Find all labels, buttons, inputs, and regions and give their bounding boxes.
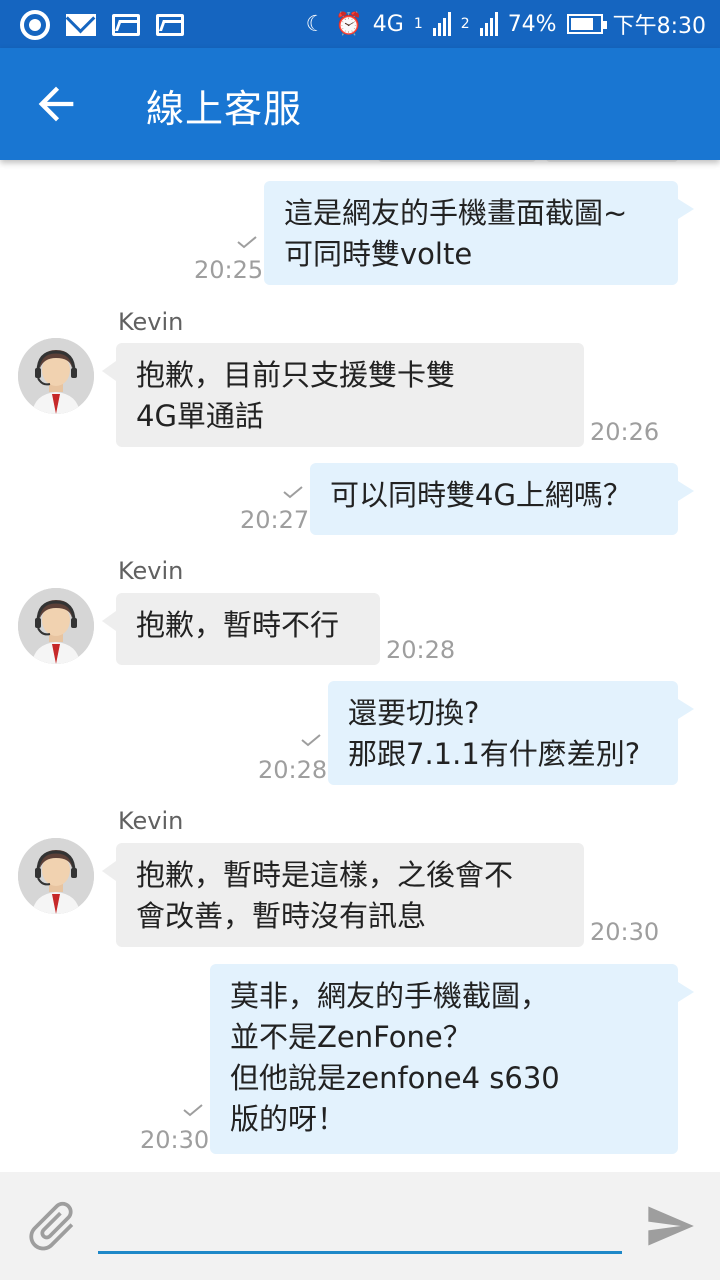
image-icon (112, 14, 140, 36)
checkmark-icon (282, 484, 304, 499)
agent-avatar[interactable] (18, 838, 94, 914)
previous-message-edge (378, 160, 536, 162)
chrome-icon (20, 10, 50, 40)
message-input[interactable] (98, 1202, 622, 1254)
agent-avatar[interactable] (18, 588, 94, 664)
page-title: 線上客服 (146, 87, 303, 131)
agent-avatar[interactable] (18, 338, 94, 414)
incoming-message[interactable]: 抱歉，暫時不行 (102, 593, 380, 665)
message-time: 20:30 (590, 918, 660, 946)
send-button[interactable] (640, 1200, 700, 1252)
message-time: 20:30 (140, 1126, 210, 1154)
send-icon (648, 1206, 694, 1246)
outgoing-message[interactable]: 這是網友的手機畫面截圖~ 可同時雙volte (264, 181, 694, 285)
agent-avatar-icon (18, 588, 94, 664)
sender-name: Kevin (118, 557, 184, 585)
chat-list[interactable]: 這是網友的手機畫面截圖~ 可同時雙volte 20:25 Kevin 抱歉，目前… (0, 160, 720, 1172)
signal-icon (432, 12, 451, 36)
message-time: 20:26 (590, 418, 660, 446)
notification-icons (20, 10, 184, 40)
sim1-label: 1 (413, 16, 423, 32)
paperclip-icon (29, 1201, 74, 1251)
back-button[interactable] (30, 78, 82, 130)
outgoing-message[interactable]: 可以同時雙4G上網嗎？ (310, 463, 694, 535)
checkmark-icon (236, 234, 258, 249)
system-icons: ☾ ⏰ 4G 1 2 74% 下午8:30 (306, 8, 706, 40)
sender-name: Kevin (118, 807, 184, 835)
image-icon (156, 14, 184, 36)
attach-button[interactable] (22, 1196, 82, 1256)
agent-avatar-icon (18, 838, 94, 914)
checkmark-icon (182, 1102, 204, 1117)
incoming-message[interactable]: 抱歉，目前只支援雙卡雙 4G單通話 (102, 343, 584, 447)
message-composer (0, 1172, 720, 1280)
previous-message-edge (546, 160, 678, 162)
alarm-icon: ⏰ (335, 11, 363, 37)
battery-icon (566, 14, 607, 34)
clock: 下午8:30 (612, 14, 706, 39)
app-bar: 線上客服 (0, 48, 720, 160)
message-time: 20:28 (258, 756, 328, 784)
sender-name: Kevin (118, 308, 184, 336)
sim2-label: 2 (460, 16, 470, 32)
checkmark-icon (300, 732, 322, 747)
incoming-message[interactable]: 抱歉，暫時是這樣，之後會不 會改善，暫時沒有訊息 (102, 843, 584, 947)
signal-icon (479, 12, 498, 36)
outgoing-message[interactable]: 莫非，網友的手機截圖， 並不是ZenFone？ 但他說是zenfone4 s63… (210, 964, 694, 1154)
message-time: 20:28 (386, 636, 456, 664)
network-type: 4G (372, 11, 404, 37)
status-bar: ☾ ⏰ 4G 1 2 74% 下午8:30 (0, 0, 720, 48)
agent-avatar-icon (18, 338, 94, 414)
mail-icon (66, 14, 96, 36)
message-time: 20:27 (240, 506, 310, 534)
moon-alarm-icon: ☾ (305, 11, 326, 37)
message-time: 20:25 (194, 256, 264, 284)
battery-percent: 74% (507, 11, 557, 37)
arrow-left-icon (38, 86, 74, 122)
outgoing-message[interactable]: 還要切換? 那跟7.1.1有什麼差別? (328, 681, 694, 785)
